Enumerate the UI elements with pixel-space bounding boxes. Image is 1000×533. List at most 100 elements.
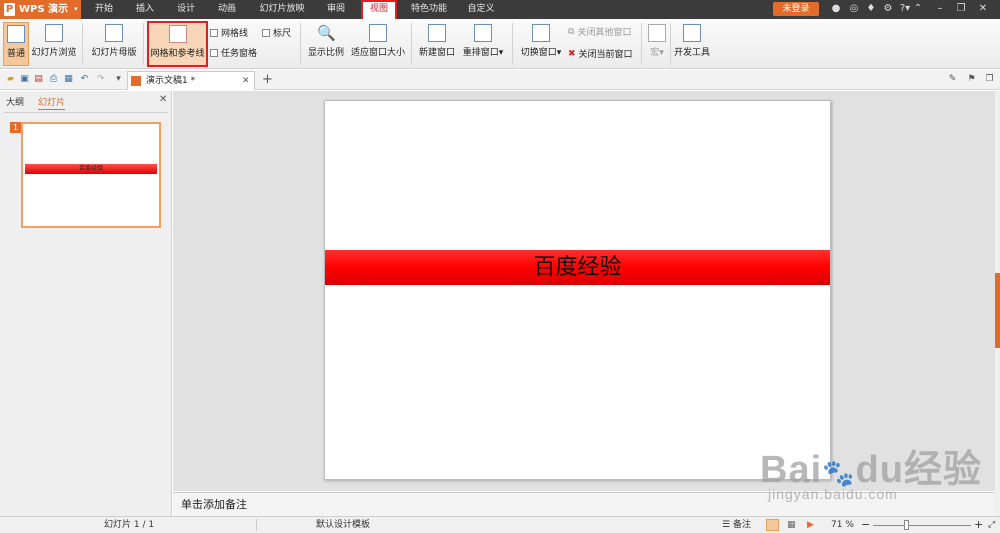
slide-thumbnail[interactable]: 百度经验 — [21, 122, 161, 228]
skin-icon[interactable]: ♦ — [865, 3, 877, 15]
ribbon: 普通 幻灯片浏览 幻灯片母版 网格和参考线 网格线 标尺 任务窗格 🔍 显示比例 … — [0, 19, 1000, 69]
open-icon[interactable]: ▰ — [5, 74, 16, 85]
slide-master-icon — [105, 24, 123, 42]
normal-view-icon[interactable] — [766, 519, 779, 531]
new-window-icon — [428, 24, 446, 42]
switch-window-button[interactable]: 切换窗口▾ — [518, 22, 564, 66]
divider — [411, 23, 412, 65]
tab-outline[interactable]: 大纲 — [6, 96, 24, 110]
close-others-icon: ⧉ — [568, 26, 575, 37]
slide-browse-button[interactable]: 幻灯片浏览 — [31, 22, 77, 66]
close-red-icon: ✖ — [568, 48, 576, 59]
print-preview-icon[interactable]: ▦ — [63, 74, 74, 85]
tab-review[interactable]: 审阅 — [318, 0, 354, 19]
fit-slide-icon[interactable]: ⤢ — [988, 517, 995, 533]
slide-title[interactable]: 百度经验 — [325, 250, 830, 285]
watermark-brand-b: du — [855, 449, 904, 491]
minimize-icon[interactable]: – — [934, 3, 946, 15]
redo-icon[interactable]: ↷ — [95, 74, 106, 85]
document-tab[interactable]: 演示文稿1 * ✕ — [127, 71, 255, 90]
close-icon[interactable]: ✕ — [159, 94, 167, 105]
chevron-down-icon: ▾ — [498, 48, 504, 58]
export-pdf-icon[interactable]: ▤ — [33, 74, 44, 85]
arrange-window-label: 重排窗口 — [462, 48, 499, 58]
checkbox-box — [262, 28, 270, 37]
tab-slides[interactable]: 幻灯片 — [38, 96, 66, 110]
tab-view[interactable]: 视图 — [361, 0, 397, 21]
grid-and-guides-label: 网格和参考线 — [150, 49, 205, 59]
normal-view-button[interactable]: 普通 — [3, 22, 29, 66]
app-name: WPS 演示 — [19, 4, 69, 15]
help-tool-icon[interactable]: ⚑ — [966, 74, 977, 85]
notes-toggle[interactable]: ☰ 备注 — [722, 517, 751, 533]
ruler-checkbox[interactable]: 标尺 — [262, 26, 291, 39]
gridlines-label: 网格线 — [221, 29, 249, 39]
zoom-level: 71 % — [831, 520, 854, 530]
thumbnail-title-band: 百度经验 — [25, 164, 157, 174]
tab-insert[interactable]: 插入 — [127, 0, 163, 19]
restore-icon[interactable]: ❐ — [955, 3, 967, 15]
close-current-window-button[interactable]: ✖ 关闭当前窗口 — [568, 47, 633, 61]
slide[interactable]: 百度经验 — [324, 100, 831, 480]
slide-browse-icon — [45, 24, 63, 42]
wps-menu-button[interactable]: P WPS 演示 ▾ — [0, 0, 81, 19]
collapse-ribbon-icon[interactable]: ⌃ — [912, 3, 924, 15]
macro-button[interactable]: 宏▾ — [646, 22, 668, 66]
close-icon[interactable]: ✕ — [242, 72, 250, 90]
new-window-label: 新建窗口 — [418, 48, 455, 58]
chevron-down-icon[interactable]: ▾ — [113, 74, 124, 85]
fit-window-button[interactable]: 适应窗口大小 — [350, 22, 406, 66]
dev-tools-button[interactable]: 开发工具 — [672, 22, 712, 66]
close-other-windows-button[interactable]: ⧉ 关闭其他窗口 — [568, 25, 631, 39]
close-current-label: 关闭当前窗口 — [578, 50, 633, 60]
wps-logo-icon: P — [4, 3, 15, 16]
sync-icon[interactable]: ● — [830, 3, 842, 15]
task-pane-checkbox[interactable]: 任务窗格 — [210, 46, 257, 59]
grid-and-guides-button[interactable]: 网格和参考线 — [147, 21, 208, 67]
tab-slideshow[interactable]: 幻灯片放映 — [252, 0, 312, 19]
zoom-ratio-button[interactable]: 🔍 显示比例 — [306, 22, 346, 66]
dev-tools-icon — [683, 24, 701, 42]
slide-pane: 大纲 幻灯片 ✕ 1 百度经验 — [0, 91, 172, 516]
gridlines-checkbox[interactable]: 网格线 — [210, 26, 248, 39]
login-button[interactable]: 未登录 — [773, 2, 819, 16]
arrange-window-icon — [474, 24, 492, 42]
undo-icon[interactable]: ↶ — [79, 74, 90, 85]
arrange-window-button[interactable]: 重排窗口▾ — [461, 22, 505, 66]
tab-customize[interactable]: 自定义 — [461, 0, 501, 19]
zoom-ratio-label: 显示比例 — [307, 48, 344, 58]
save-icon[interactable]: ▣ — [19, 74, 30, 85]
zoom-slider-handle[interactable] — [904, 520, 909, 530]
slide-sorter-icon[interactable]: ▦ — [787, 517, 796, 533]
zoom-in-icon[interactable]: + — [974, 517, 983, 533]
zoom-out-icon[interactable]: − — [861, 517, 870, 533]
tab-special-features[interactable]: 特色功能 — [402, 0, 456, 19]
normal-view-label: 普通 — [6, 49, 25, 59]
presentation-icon — [131, 76, 141, 86]
slide-count: 幻灯片 1 / 1 — [104, 520, 155, 530]
help-icon[interactable]: ?▾ — [898, 3, 912, 15]
tab-design[interactable]: 设计 — [168, 0, 204, 19]
task-pane-label: 任务窗格 — [221, 49, 258, 59]
slideshow-icon[interactable]: ▶ — [807, 517, 814, 533]
zoom-slider[interactable] — [873, 525, 971, 526]
ruler-label: 标尺 — [273, 29, 292, 39]
print-icon[interactable]: ⎙ — [48, 74, 59, 85]
watermark-brand-a: Bai — [760, 449, 823, 491]
divider — [512, 23, 513, 65]
notes-label: 备注 — [732, 520, 751, 530]
settings-icon[interactable]: ⚙ — [882, 3, 894, 15]
template-name: 默认设计模板 — [316, 520, 371, 530]
new-tab-icon[interactable]: + — [262, 73, 273, 86]
watermark-url: jingyan.baidu.com — [768, 486, 898, 502]
slide-master-button[interactable]: 幻灯片母版 — [89, 22, 139, 66]
tab-home[interactable]: 开始 — [86, 0, 122, 19]
restore-doc-icon[interactable]: ❐ — [984, 74, 995, 85]
feedback-icon[interactable]: ◎ — [848, 3, 860, 15]
pin-icon[interactable]: ✎ — [947, 74, 958, 85]
scrollbar-thumb[interactable] — [995, 273, 1000, 348]
tab-animation[interactable]: 动画 — [209, 0, 245, 19]
new-window-button[interactable]: 新建窗口 — [418, 22, 456, 66]
close-icon[interactable]: ✕ — [977, 3, 989, 15]
macro-label: 宏 — [650, 48, 660, 58]
